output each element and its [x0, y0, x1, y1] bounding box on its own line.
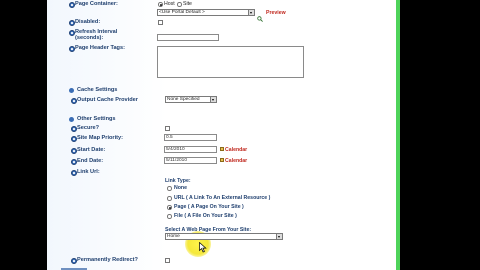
preview-link[interactable]: Preview: [266, 10, 286, 16]
left-black-border: [0, 0, 47, 270]
link-url-label: Link Url:: [77, 169, 100, 175]
radio-host[interactable]: [158, 2, 163, 7]
permanently-redirect-label: Permanently Redirect?: [77, 257, 138, 263]
other-settings-title: Other Settings: [77, 116, 116, 122]
link-type-option-label: URL ( A Link To An External Resource ): [174, 195, 271, 201]
link-type-url-radio[interactable]: [167, 196, 172, 201]
page-container-select-value: <Use Portal Default >: [159, 10, 205, 15]
chevron-down-icon: [248, 10, 254, 15]
link-type-option-label: Page ( A Page On Your Site ): [174, 204, 244, 210]
page-container-label: Page Container:: [75, 1, 118, 7]
page-header-tags-label: Page Header Tags:: [75, 45, 125, 51]
calendar-icon[interactable]: [220, 158, 224, 162]
start-date-input[interactable]: 5/4/2010: [164, 146, 217, 153]
secure-checkbox[interactable]: [165, 126, 170, 131]
mouse-pointer-icon: [199, 240, 207, 258]
output-cache-provider-label: Output Cache Provider: [77, 97, 138, 103]
chevron-down-icon: [276, 234, 282, 239]
radio-host-label: Host: [164, 1, 175, 7]
screen: Page Container: Host Site <Use Portal De…: [0, 0, 480, 270]
radio-site[interactable]: [177, 2, 182, 7]
link-type-page-radio[interactable]: [167, 205, 172, 210]
radio-site-label: Site: [183, 1, 192, 7]
section-collapse-icon[interactable]: [69, 88, 74, 93]
link-type-none-radio[interactable]: [167, 186, 172, 191]
link-type-option-label: File ( A File On Your Site ): [174, 213, 237, 219]
disabled-checkbox[interactable]: [158, 20, 163, 25]
calendar-icon[interactable]: [220, 147, 224, 151]
chevron-down-icon: [210, 97, 216, 102]
cache-settings-title: Cache Settings: [77, 87, 118, 93]
magnifier-icon[interactable]: [257, 9, 263, 22]
section-collapse-icon[interactable]: [69, 117, 74, 122]
secure-label: Secure?: [77, 125, 100, 131]
end-date-calendar-link[interactable]: Calendar: [225, 158, 247, 164]
page-header-tags-textarea[interactable]: [157, 46, 304, 78]
end-date-label: End Date:: [77, 158, 104, 164]
end-date-input[interactable]: 5/11/2010: [164, 157, 217, 164]
site-map-priority-label: Site Map Priority:: [77, 135, 124, 141]
start-date-calendar-link[interactable]: Calendar: [225, 147, 247, 153]
start-date-label: Start Date:: [77, 147, 106, 153]
refresh-interval-input[interactable]: [157, 34, 219, 41]
permanently-redirect-checkbox[interactable]: [165, 258, 170, 263]
link-type-file-radio[interactable]: [167, 214, 172, 219]
refresh-interval-label: Refresh Interval (seconds):: [75, 29, 118, 41]
green-scrollbar-strip: [396, 0, 400, 270]
page-container-select[interactable]: <Use Portal Default >: [157, 9, 255, 16]
link-type-label: Link Type:: [165, 178, 191, 184]
output-cache-provider-value: None Specified: [167, 97, 200, 102]
output-cache-provider-select[interactable]: None Specified: [165, 96, 217, 103]
link-type-option-label: None: [174, 185, 187, 191]
select-page-value: Home: [167, 234, 180, 239]
page-settings-form: Page Container: Host Site <Use Portal De…: [47, 0, 396, 270]
site-map-priority-input[interactable]: 0.5: [164, 134, 217, 141]
right-black-border: [396, 0, 480, 270]
select-page-dropdown[interactable]: Home: [165, 233, 283, 240]
disabled-label: Disabled:: [75, 19, 101, 25]
